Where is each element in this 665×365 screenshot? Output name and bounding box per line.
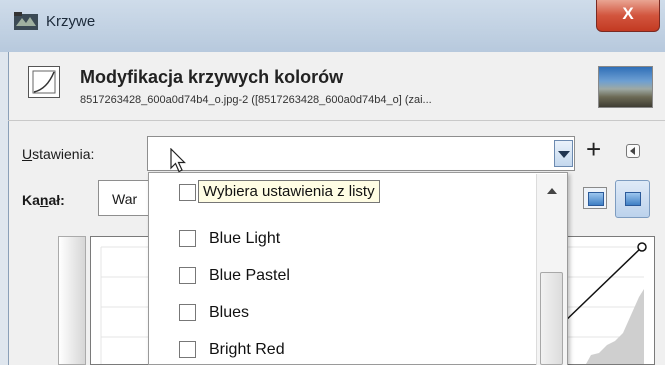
list-item[interactable]: Blue Pastel	[149, 258, 534, 295]
list-item[interactable]: Blue Light	[149, 221, 534, 258]
presets-tooltip: Wybiera ustawienia z listy	[198, 180, 380, 203]
close-button[interactable]: X	[596, 0, 660, 32]
image-thumbnail	[598, 66, 653, 108]
mouse-cursor-icon	[170, 148, 186, 173]
add-preset-button[interactable]: +	[586, 136, 601, 162]
presets-label-rest: stawienia:	[32, 146, 95, 162]
curve-line	[560, 246, 643, 326]
chevron-down-icon	[558, 151, 570, 158]
linear-histogram-icon	[588, 192, 604, 206]
dialog-heading: Modyfikacja krzywych kolorów	[80, 67, 344, 87]
channel-value: War	[112, 191, 138, 207]
channel-label: Kanał:	[22, 192, 65, 208]
list-item-label: Blues	[209, 304, 250, 321]
log-histogram-button[interactable]	[615, 180, 650, 218]
channel-label-a: Ka	[22, 192, 40, 208]
list-item[interactable]: Blues	[149, 295, 534, 332]
curve-preset-icon	[179, 230, 196, 247]
list-item[interactable]: Bright Red	[149, 332, 534, 365]
list-item-label: Blue Pastel	[209, 267, 290, 284]
curve-preset-icon	[179, 184, 196, 201]
dropdown-scrollbar[interactable]	[536, 174, 567, 365]
list-item-label: Bright Red	[209, 341, 285, 358]
log-histogram-icon	[625, 192, 641, 206]
curves-tool-icon	[28, 66, 60, 98]
curves-dialog-window: Krzywe X Modyfikacja krzywych kolorów 85…	[0, 0, 665, 365]
list-item-label: Blue Light	[209, 230, 281, 247]
header-divider	[8, 120, 665, 121]
linear-histogram-button[interactable]	[583, 187, 607, 209]
curves-window-icon	[14, 12, 38, 30]
curve-preset-icon	[179, 267, 196, 284]
presets-dropdown-button[interactable]	[554, 140, 573, 167]
scrollbar-thumb[interactable]	[540, 272, 563, 365]
image-subtitle: 8517263428_600a0d74b4_o.jpg-2 ([85172634…	[80, 94, 432, 106]
curve-preset-icon	[179, 304, 196, 321]
channel-label-b: ał:	[48, 192, 65, 208]
presets-combobox[interactable]	[147, 136, 575, 171]
input-gradient-bar	[58, 236, 86, 365]
curve-preset-icon	[179, 341, 196, 358]
window-title: Krzywe	[46, 13, 96, 30]
presets-menu-button[interactable]	[626, 144, 640, 158]
scroll-up-icon[interactable]	[547, 188, 557, 194]
presets-label: Ustawienia:	[22, 146, 94, 162]
presets-label-mnemonic: U	[22, 146, 33, 162]
title-bar: Krzywe X	[0, 0, 665, 52]
triangle-left-icon	[630, 147, 635, 155]
curve-control-point[interactable]	[637, 242, 647, 252]
close-icon: X	[622, 4, 634, 23]
